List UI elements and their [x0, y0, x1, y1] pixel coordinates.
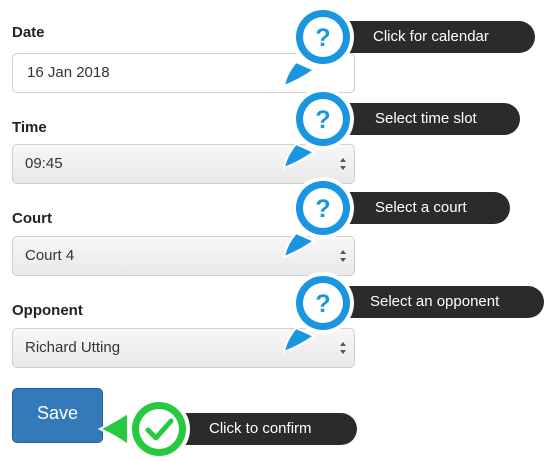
opponent-label: Opponent [12, 302, 83, 319]
time-select-value: 09:45 [25, 155, 63, 172]
date-field[interactable]: 16 Jan 2018 [12, 53, 355, 93]
select-arrows-icon [340, 342, 346, 354]
opponent-tooltip: ? Select an opponent [0, 266, 549, 354]
court-select-value: Court 4 [25, 247, 75, 264]
court-tooltip-text: Select a court [375, 199, 467, 216]
date-label: Date [12, 24, 45, 41]
select-arrows-icon [340, 250, 346, 262]
booking-form: Date 16 Jan 2018 Time 09:45 Court Court … [0, 0, 549, 461]
court-label: Court [12, 210, 52, 227]
save-button[interactable]: Save [12, 388, 103, 443]
check-icon [145, 418, 174, 441]
question-mark-icon: ? [315, 24, 330, 52]
time-select[interactable]: 09:45 [12, 144, 355, 184]
time-label: Time [12, 119, 47, 136]
time-slot-tooltip-text: Select time slot [375, 110, 477, 127]
select-arrows-icon [340, 158, 346, 170]
court-select[interactable]: Court 4 [12, 236, 355, 276]
calendar-tooltip-text: Click for calendar [373, 28, 489, 45]
opponent-tooltip-text: Select an opponent [370, 293, 500, 310]
question-mark-icon: ? [315, 290, 330, 318]
question-mark-icon: ? [315, 195, 330, 223]
question-mark-icon: ? [315, 106, 330, 134]
opponent-select[interactable]: Richard Utting [12, 328, 355, 368]
confirm-tooltip-text: Click to confirm [209, 420, 312, 437]
opponent-select-value: Richard Utting [25, 339, 121, 356]
